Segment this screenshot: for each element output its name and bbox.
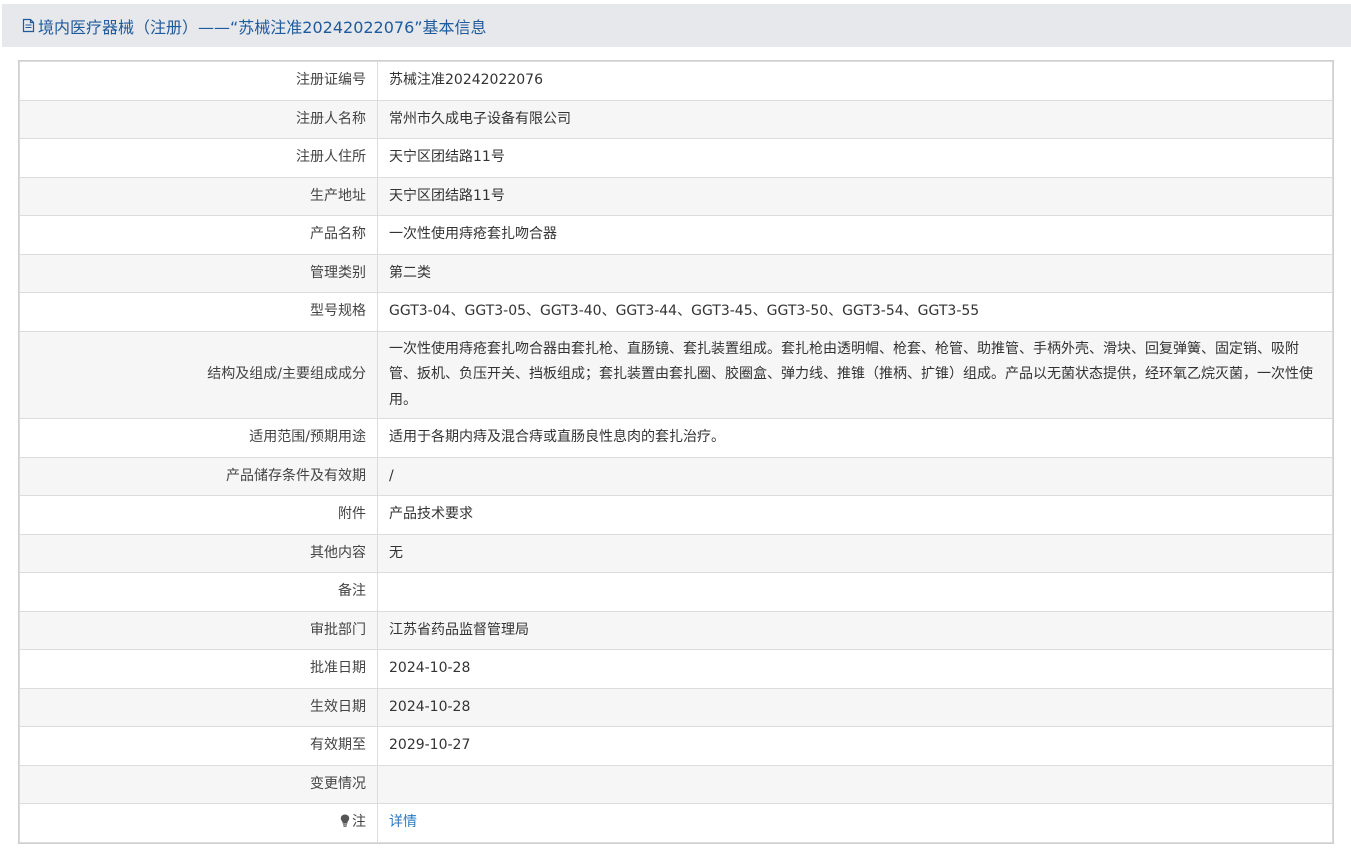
field-value: 常州市久成电子设备有限公司 (377, 99, 1333, 139)
field-label: 管理类别 (19, 253, 378, 293)
page-title: 境内医疗器械（注册）——“苏械注准20242022076”基本信息 (38, 17, 487, 37)
table-row: 注册证编号 苏械注准20242022076 (19, 61, 1333, 101)
field-label: 产品储存条件及有效期 (19, 456, 378, 496)
field-label: 附件 (19, 495, 378, 535)
table-row: 附件 产品技术要求 (19, 495, 1333, 535)
field-label: 有效期至 (19, 726, 378, 766)
field-value: 第二类 (377, 253, 1333, 293)
field-value: 2024-10-28 (377, 649, 1333, 689)
field-label: 其他内容 (19, 533, 378, 573)
table-row: 审批部门 江苏省药品监督管理局 (19, 610, 1333, 650)
field-value: 江苏省药品监督管理局 (377, 610, 1333, 650)
field-label: 生效日期 (19, 687, 378, 727)
field-value: 2029-10-27 (377, 726, 1333, 766)
table-row: 产品名称 一次性使用痔疮套扎吻合器 (19, 215, 1333, 255)
field-value: 苏械注准20242022076 (377, 61, 1333, 101)
field-value: / (377, 456, 1333, 496)
lightbulb-icon (340, 811, 350, 827)
field-value: GGT3-04、GGT3-05、GGT3-40、GGT3-44、GGT3-45、… (377, 292, 1333, 332)
details-link[interactable]: 详情 (389, 814, 417, 830)
table-row: 批准日期 2024-10-28 (19, 649, 1333, 689)
field-value: 适用于各期内痔及混合痔或直肠良性息肉的套扎治疗。 (377, 418, 1333, 458)
field-label: 变更情况 (19, 764, 378, 804)
note-row: 注 详情 (19, 803, 1333, 843)
table-row: 生效日期 2024-10-28 (19, 687, 1333, 727)
field-label: 注册证编号 (19, 61, 378, 101)
table-row: 注册人住所 天宁区团结路11号 (19, 138, 1333, 178)
note-value-cell: 详情 (377, 803, 1333, 843)
field-value: 2024-10-28 (377, 687, 1333, 727)
field-label: 注册人名称 (19, 99, 378, 139)
info-panel: 注册证编号 苏械注准20242022076 注册人名称 常州市久成电子设备有限公司 注册… (18, 60, 1334, 844)
note-label: 注 (352, 814, 366, 830)
table-row: 型号规格 GGT3-04、GGT3-05、GGT3-40、GGT3-44、GGT3… (19, 292, 1333, 332)
table-row: 有效期至 2029-10-27 (19, 726, 1333, 766)
table-row: 变更情况 (19, 764, 1333, 804)
table-row: 备注 (19, 572, 1333, 612)
table-row: 管理类别 第二类 (19, 253, 1333, 293)
info-table: 注册证编号 苏械注准20242022076 注册人名称 常州市久成电子设备有限公司 注册… (19, 61, 1333, 843)
table-row: 适用范围/预期用途 适用于各期内痔及混合痔或直肠良性息肉的套扎治疗。 (19, 418, 1333, 458)
field-value: 无 (377, 533, 1333, 573)
field-label: 审批部门 (19, 610, 378, 650)
field-label: 产品名称 (19, 215, 378, 255)
field-value (377, 572, 1333, 612)
field-label: 批准日期 (19, 649, 378, 689)
table-row: 注册人名称 常州市久成电子设备有限公司 (19, 99, 1333, 139)
field-value (377, 764, 1333, 804)
field-label: 备注 (19, 572, 378, 612)
field-value: 一次性使用痔疮套扎吻合器 (377, 215, 1333, 255)
field-label: 型号规格 (19, 292, 378, 332)
field-value: 天宁区团结路11号 (377, 176, 1333, 216)
table-row: 其他内容无 (19, 533, 1333, 573)
document-icon (22, 18, 35, 33)
field-label: 适用范围/预期用途 (19, 418, 378, 458)
table-row: 生产地址 天宁区团结路11号 (19, 176, 1333, 216)
field-value: 天宁区团结路11号 (377, 138, 1333, 178)
field-label: 注册人住所 (19, 138, 378, 178)
table-row: 结构及组成/主要组成成分 一次性使用痔疮套扎吻合器由套扎枪、直肠镜、套扎装置组成。… (19, 330, 1333, 419)
field-value: 一次性使用痔疮套扎吻合器由套扎枪、直肠镜、套扎装置组成。套扎枪由透明帽、枪套、枪… (377, 330, 1333, 419)
page-header: 境内医疗器械（注册）——“苏械注准20242022076”基本信息 (2, 4, 1351, 47)
field-value: 产品技术要求 (377, 495, 1333, 535)
field-label: 生产地址 (19, 176, 378, 216)
table-row: 产品储存条件及有效期 / (19, 456, 1333, 496)
field-label: 结构及组成/主要组成成分 (19, 330, 378, 419)
note-label-cell: 注 (19, 803, 378, 843)
